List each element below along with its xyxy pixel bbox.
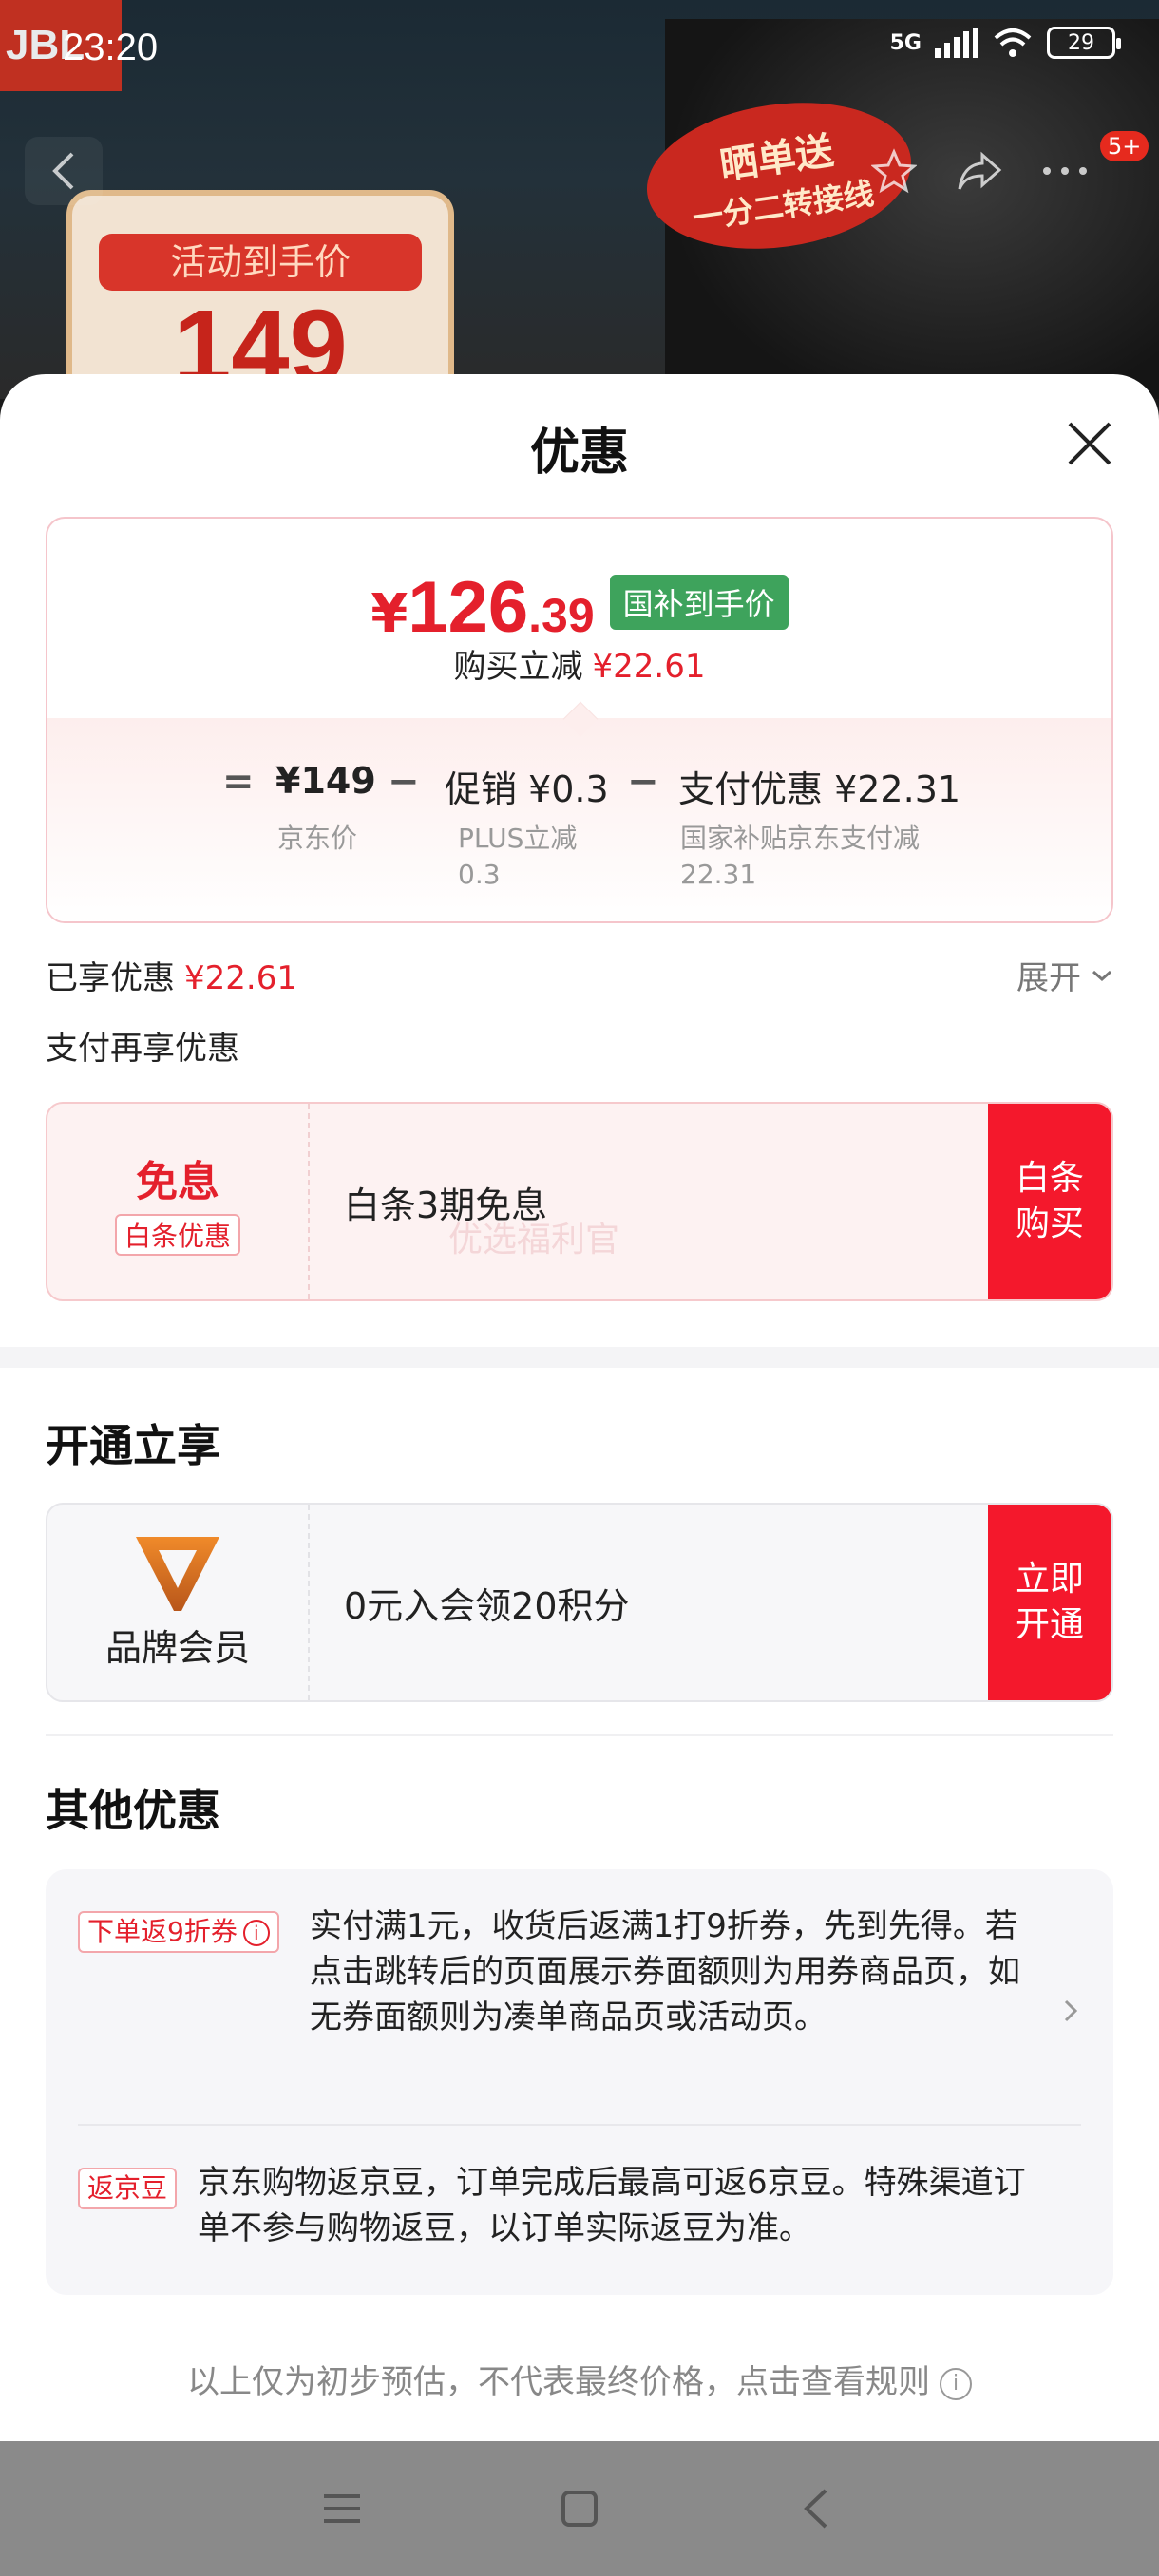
signal-icon bbox=[935, 28, 978, 58]
system-nav-bar bbox=[0, 2441, 1159, 2576]
expand-button[interactable]: 展开 bbox=[1016, 952, 1113, 998]
menu-icon[interactable] bbox=[318, 2485, 366, 2532]
back-nav-icon[interactable] bbox=[793, 2485, 841, 2532]
battery-icon: 29 bbox=[1047, 27, 1121, 59]
network-type: 5G bbox=[889, 30, 922, 55]
jd-price: ¥149 bbox=[276, 760, 376, 802]
brand-member-label: 品牌会员 bbox=[104, 1626, 250, 1669]
other-discounts: 下单返9折券 i 实付满1元，收货后返满1打9折券，先到先得。若点击跳转后的页面展… bbox=[46, 1869, 1113, 2295]
info-icon: i bbox=[242, 1920, 270, 1946]
price-formula: = ¥149 − 促销 ¥0.3 − 支付优惠 ¥22.31 bbox=[222, 760, 961, 810]
baitiao-tag: 白条优惠 bbox=[114, 1214, 240, 1256]
member-desc: 0元入会领20积分 bbox=[344, 1584, 630, 1627]
baitiao-desc: 白条3期免息 bbox=[344, 1184, 548, 1226]
share-button[interactable] bbox=[940, 137, 1018, 205]
promo-amount: 促销 ¥0.3 bbox=[445, 768, 609, 810]
activity-price-card: 活动到手价 149 bbox=[66, 190, 454, 399]
back-button[interactable] bbox=[25, 137, 103, 205]
coupon-return-tag: 下单返9折券 i bbox=[78, 1911, 279, 1953]
info-icon: i bbox=[940, 2367, 972, 2400]
enjoyed-discount: 已享优惠 ¥22.61 bbox=[46, 959, 297, 997]
product-background: JBL 晒单送 一分二转接线 活动到手价 149 5+ bbox=[0, 0, 1159, 399]
jd-price-label: 京东价 bbox=[277, 823, 358, 854]
more-icon bbox=[1043, 167, 1087, 175]
share-icon bbox=[958, 151, 1002, 190]
star-icon bbox=[871, 148, 917, 194]
subsidy-price-tag: 国补到手价 bbox=[609, 574, 788, 630]
home-icon[interactable] bbox=[556, 2485, 603, 2532]
sheet-title: 优惠 bbox=[529, 425, 629, 482]
jingdou-return-text: 京东购物返京豆，订单完成后最高可返6京豆。特殊渠道订单不参与购物返豆，以订单实际… bbox=[198, 2164, 1026, 2247]
pay-more-label: 支付再享优惠 bbox=[46, 1030, 239, 1068]
watermark: 优选福利官 bbox=[448, 1221, 620, 1260]
favorite-button[interactable] bbox=[855, 137, 933, 205]
status-time: 23:20 bbox=[63, 27, 159, 68]
interest-free-label: 免息 bbox=[136, 1158, 219, 1206]
open-section-title: 开通立享 bbox=[46, 1420, 220, 1471]
brand-member-logo-icon bbox=[136, 1536, 219, 1611]
chevron-right-icon[interactable] bbox=[1056, 1997, 1085, 2025]
status-icons: 5G 29 bbox=[889, 27, 1121, 59]
coupon-return-item[interactable]: 下单返9折券 i 实付满1元，收货后返满1打9折券，先到先得。若点击跳转后的页面展… bbox=[78, 1904, 1037, 2040]
open-member-button[interactable]: 立即 开通 bbox=[988, 1505, 1112, 1700]
rules-footnote[interactable]: 以上仅为初步预估，不代表最终价格，点击查看规则 i bbox=[0, 2356, 1159, 2402]
wifi-icon bbox=[994, 28, 1032, 57]
chevron-down-icon bbox=[1092, 970, 1112, 981]
promo-label: PLUS立减 0.3 bbox=[458, 823, 578, 890]
baitiao-coupon[interactable]: 免息 白条优惠 白条3期免息 白条 购买 bbox=[46, 1102, 1113, 1301]
baitiao-buy-button[interactable]: 白条 购买 bbox=[988, 1104, 1112, 1299]
brand-member-card[interactable]: 品牌会员 0元入会领20积分 立即 开通 bbox=[46, 1503, 1113, 1702]
more-button[interactable] bbox=[1026, 137, 1104, 205]
chevron-left-icon bbox=[52, 152, 74, 190]
jingdou-tag: 返京豆 bbox=[78, 2168, 178, 2209]
price-summary-card: ¥ 126 .39 国补到手价 购买立减 ¥22.61 = ¥149 − 促销 ¥… bbox=[46, 517, 1113, 923]
purchase-reduction: 购买立减 ¥22.61 bbox=[453, 648, 706, 686]
pay-discount-label: 国家补贴京东支付减 22.31 bbox=[680, 823, 921, 890]
discount-sheet: 优惠 ¥ 126 .39 国补到手价 购买立减 ¥22.61 = ¥149 − 促… bbox=[0, 374, 1159, 2441]
final-price: ¥ 126 .39 国补到手价 bbox=[48, 566, 1112, 649]
pay-discount: 支付优惠 ¥22.31 bbox=[678, 768, 961, 810]
other-section-title: 其他优惠 bbox=[46, 1785, 220, 1836]
activity-price-tag: 活动到手价 bbox=[99, 234, 422, 291]
jingdou-return-item: 返京豆 京东购物返京豆，订单完成后最高可返6京豆。特殊渠道订单不参与购物返豆，以… bbox=[78, 2160, 1037, 2251]
message-count-badge: 5+ bbox=[1100, 131, 1150, 161]
close-icon[interactable] bbox=[1066, 420, 1113, 467]
